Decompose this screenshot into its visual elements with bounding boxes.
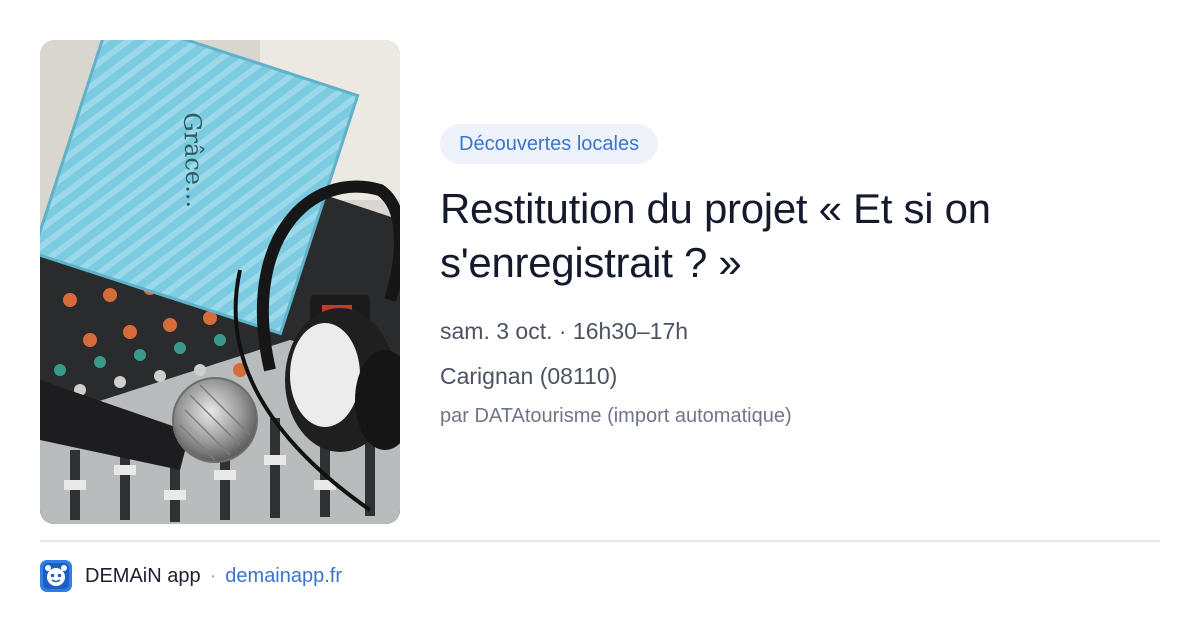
event-title[interactable]: Restitution du projet « Et si on s'enreg…: [440, 182, 1100, 290]
app-url-link[interactable]: demainapp.fr: [225, 565, 342, 588]
app-name: DEMAiN app: [85, 564, 201, 587]
event-image[interactable]: Grâce...: [40, 40, 400, 524]
book-cover-text: Grâce...: [178, 112, 209, 208]
event-photo: Grâce...: [40, 40, 400, 524]
footer-separator: ·: [209, 564, 217, 587]
category-badge[interactable]: Découvertes locales: [440, 124, 659, 164]
footer: DEMAiN app · demainapp.fr: [40, 560, 342, 592]
event-location: Carignan (08110): [440, 363, 618, 389]
event-details: Découvertes locales Restitution du proje…: [440, 124, 1160, 429]
footer-divider: [40, 540, 1160, 542]
demain-app-icon[interactable]: [40, 560, 72, 592]
event-datetime: sam. 3 oct. · 16h30–17h: [440, 318, 689, 344]
event-source: par DATAtourisme (import automatique): [440, 405, 792, 427]
